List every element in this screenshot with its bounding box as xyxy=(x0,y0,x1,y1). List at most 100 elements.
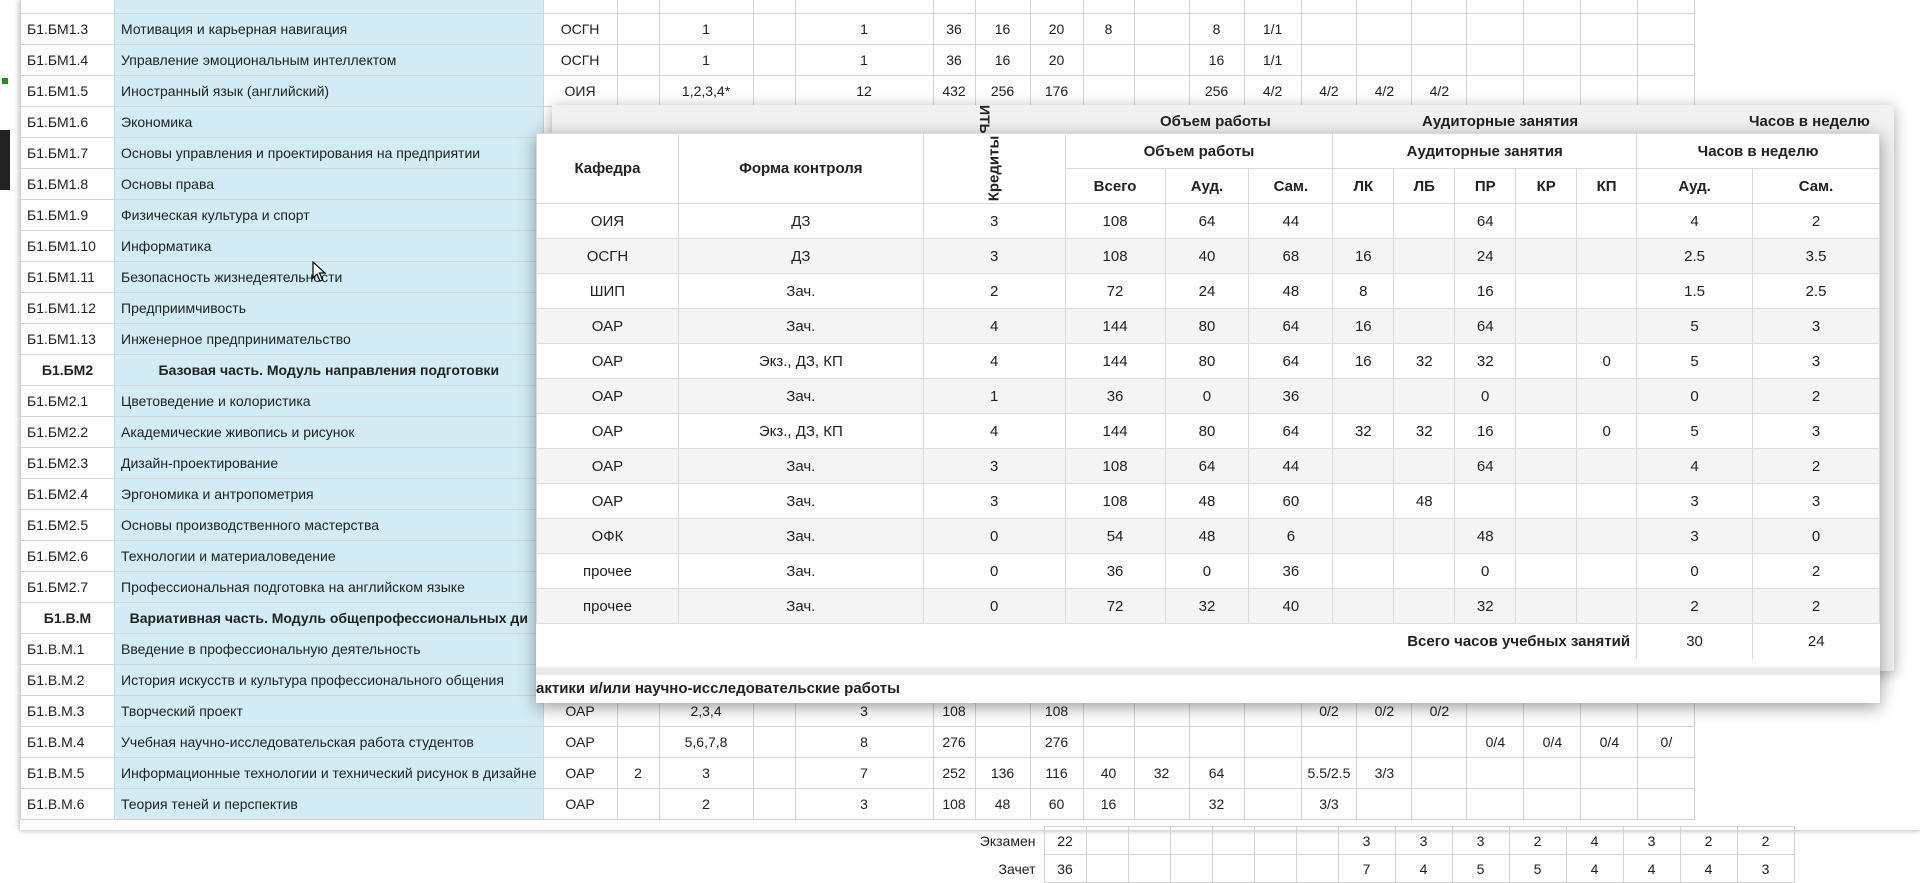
table-cell[interactable] xyxy=(1188,0,1245,14)
table-cell[interactable]: 20 xyxy=(1029,13,1084,45)
row-discipline[interactable]: Базовая часть. Модуль направления подгот… xyxy=(114,354,544,386)
row-discipline[interactable]: Иностранный язык (английский) xyxy=(114,75,544,107)
table-cell[interactable] xyxy=(1082,75,1135,107)
table-cell[interactable]: 1 xyxy=(658,44,754,76)
table-cell[interactable] xyxy=(752,44,796,76)
table-cell[interactable] xyxy=(1243,788,1302,820)
table-cell[interactable] xyxy=(1466,757,1525,789)
row-code[interactable]: Б1.БМ1.3 xyxy=(20,13,115,45)
table-cell[interactable]: 0/4 xyxy=(1466,726,1525,758)
table-cell[interactable]: 5,6,7,8 xyxy=(658,726,754,758)
row-discipline[interactable]: Предприимчивость xyxy=(114,292,544,324)
table-row[interactable]: ОИЯ ДЗ 3 108 64 44 64 4 2 xyxy=(536,203,1880,239)
table-cell[interactable]: 256 xyxy=(1188,75,1245,107)
row-discipline[interactable]: Вариативная часть. Модуль общепрофессион… xyxy=(114,602,544,634)
table-cell[interactable] xyxy=(1356,726,1413,758)
table-cell[interactable]: 0/4 xyxy=(1523,726,1582,758)
table-row[interactable]: ОАР Экз., ДЗ, КП 4 144 80 64 16 32 32 0 5 3 xyxy=(536,343,1880,379)
table-cell[interactable]: 8 xyxy=(794,726,934,758)
table-cell[interactable] xyxy=(1356,788,1413,820)
row-code[interactable]: Б1.В.М.3 xyxy=(20,695,115,727)
table-cell[interactable]: ОСГН xyxy=(542,13,618,45)
table-cell[interactable]: 4/2 xyxy=(1243,75,1302,107)
row-code[interactable]: Б1.БМ1.11 xyxy=(20,261,115,293)
table-cell[interactable] xyxy=(1243,0,1302,14)
table-cell[interactable]: 48 xyxy=(974,788,1031,820)
table-cell[interactable]: 4/2 xyxy=(1300,75,1358,107)
table-cell[interactable]: 5.5/2.5 xyxy=(1300,757,1358,789)
row-code[interactable]: Б1.БМ2 xyxy=(20,354,115,386)
table-cell[interactable] xyxy=(752,757,796,789)
table-cell[interactable]: 176 xyxy=(1029,75,1084,107)
table-cell[interactable]: 16 xyxy=(1188,44,1245,76)
row-code[interactable]: Б1.БМ2.1 xyxy=(20,385,115,417)
row-code[interactable]: Б1.В.М xyxy=(20,602,115,634)
table-cell[interactable]: ОАР xyxy=(542,788,618,820)
row-code[interactable]: Б1.БМ1.4 xyxy=(20,44,115,76)
table-cell[interactable]: 1 xyxy=(658,13,754,45)
table-cell[interactable] xyxy=(1133,44,1190,76)
table-cell[interactable] xyxy=(1243,726,1302,758)
table-cell[interactable]: 64 xyxy=(1188,757,1245,789)
table-cell[interactable]: 252 xyxy=(932,757,976,789)
table-cell[interactable] xyxy=(1411,757,1468,789)
row-discipline[interactable]: Технологии и материаловедение xyxy=(114,540,544,572)
table-cell[interactable]: ОАР xyxy=(542,726,618,758)
table-cell[interactable] xyxy=(932,0,976,14)
table-cell[interactable]: 116 xyxy=(1029,757,1084,789)
row-discipline[interactable]: Основы управления и проектирования на пр… xyxy=(114,137,544,169)
table-cell[interactable] xyxy=(616,44,660,76)
table-cell[interactable] xyxy=(752,13,796,45)
table-cell[interactable]: 7 xyxy=(794,757,934,789)
row-discipline[interactable]: Управление эмоциональным интеллектом xyxy=(114,44,544,76)
table-cell[interactable]: 8 xyxy=(1188,13,1245,45)
table-cell[interactable] xyxy=(1300,0,1358,14)
row-discipline[interactable]: Экономика xyxy=(114,106,544,138)
row-code[interactable]: Б1.В.М.1 xyxy=(20,633,115,665)
table-cell[interactable] xyxy=(1133,0,1190,14)
table-cell[interactable] xyxy=(1411,726,1468,758)
table-cell[interactable] xyxy=(974,0,1031,14)
table-cell[interactable] xyxy=(1466,44,1525,76)
row-discipline[interactable]: Эргономика и антропометрия xyxy=(114,478,544,510)
row-code[interactable]: Б1.БМ1.7 xyxy=(20,137,115,169)
table-cell[interactable]: 3/3 xyxy=(1356,757,1413,789)
table-cell[interactable]: ОАР xyxy=(542,757,618,789)
table-cell[interactable] xyxy=(542,0,618,14)
table-cell[interactable] xyxy=(658,0,754,14)
table-cell[interactable]: 4/2 xyxy=(1356,75,1413,107)
table-cell[interactable] xyxy=(1466,0,1525,14)
table-cell[interactable] xyxy=(1523,44,1582,76)
table-cell[interactable] xyxy=(752,788,796,820)
table-cell[interactable]: 36 xyxy=(932,13,976,45)
row-code[interactable]: Б1.В.М.6 xyxy=(20,788,115,820)
table-cell[interactable] xyxy=(1580,75,1639,107)
row-code[interactable]: Б1.БМ2.3 xyxy=(20,447,115,479)
table-cell[interactable] xyxy=(1082,0,1135,14)
table-cell[interactable] xyxy=(1466,788,1525,820)
table-cell[interactable] xyxy=(1637,0,1696,14)
table-cell[interactable] xyxy=(1637,788,1696,820)
table-row[interactable]: прочее Зач. 0 72 32 40 32 2 2 xyxy=(536,588,1880,624)
row-discipline[interactable]: Физическая культура и спорт xyxy=(114,199,544,231)
row-code[interactable]: Б1.БМ2.7 xyxy=(20,571,115,603)
table-cell[interactable] xyxy=(1082,44,1135,76)
table-cell[interactable]: 136 xyxy=(974,757,1031,789)
table-cell[interactable] xyxy=(1411,788,1468,820)
table-row[interactable]: ОФК Зач. 0 54 48 6 48 3 0 xyxy=(536,518,1880,554)
table-cell[interactable] xyxy=(1411,13,1468,45)
row-discipline[interactable]: Основы права xyxy=(114,168,544,200)
table-cell[interactable]: 108 xyxy=(932,788,976,820)
table-row[interactable]: ОСГН ДЗ 3 108 40 68 16 24 2.5 3.5 xyxy=(536,238,1880,274)
table-cell[interactable]: 3 xyxy=(794,788,934,820)
row-discipline[interactable] xyxy=(114,0,544,14)
table-cell[interactable] xyxy=(1411,44,1468,76)
table-row[interactable]: ОАР Зач. 1 36 0 36 0 0 2 xyxy=(536,378,1880,414)
table-cell[interactable]: 3/3 xyxy=(1300,788,1358,820)
row-discipline[interactable]: Информационные технологии и технический … xyxy=(114,757,544,789)
table-cell[interactable] xyxy=(1466,13,1525,45)
table-cell[interactable] xyxy=(1356,13,1413,45)
row-discipline[interactable]: Учебная научно-исследовательская работа … xyxy=(114,726,544,758)
table-cell[interactable]: 2 xyxy=(616,757,660,789)
row-code[interactable]: Б1.БМ2.2 xyxy=(20,416,115,448)
